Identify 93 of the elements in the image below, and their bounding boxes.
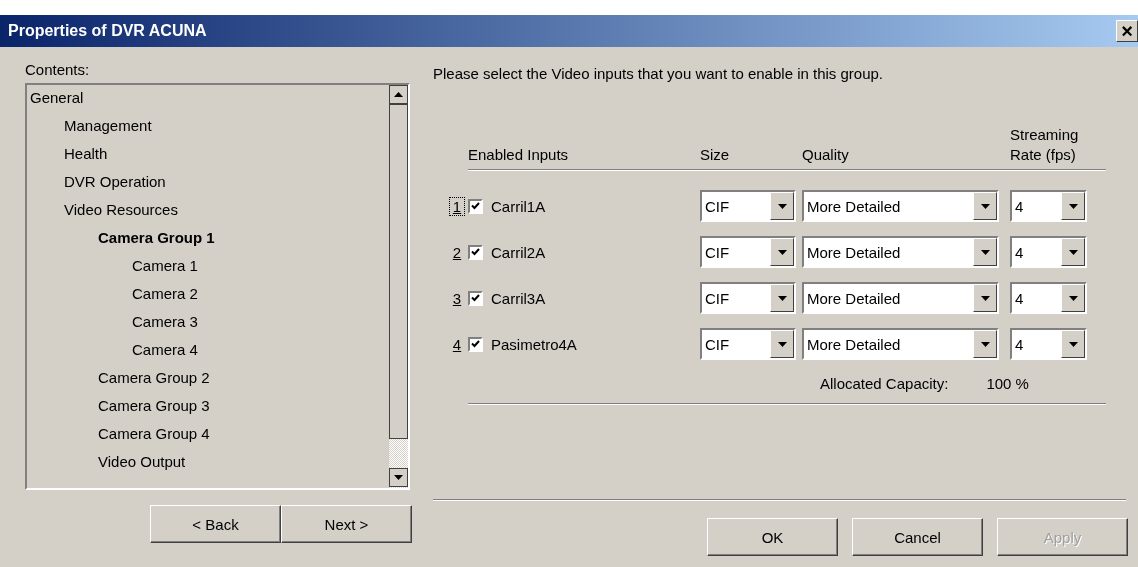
down-arrow-icon <box>980 203 990 209</box>
down-arrow-icon <box>980 295 990 301</box>
size-dropdown[interactable]: CIF <box>700 236 796 268</box>
checkbox[interactable] <box>468 336 483 352</box>
dropdown-button[interactable] <box>1061 192 1085 220</box>
tree-item[interactable]: Camera 2 <box>132 285 198 302</box>
scrollbar[interactable] <box>389 85 408 488</box>
check-icon <box>471 202 480 210</box>
contents-label: Contents: <box>25 61 91 80</box>
rate-dropdown[interactable]: 4 <box>1010 236 1087 268</box>
input-name: Carril1A <box>491 197 546 215</box>
combo-value: CIF <box>705 289 730 307</box>
input-number: 2 <box>451 243 463 261</box>
dropdown-button[interactable] <box>1061 238 1085 266</box>
input-name: Carril3A <box>491 289 546 307</box>
down-arrow-icon <box>777 203 787 209</box>
checkbox[interactable] <box>468 290 483 306</box>
input-name: Pasimetro4A <box>491 335 577 353</box>
check-icon <box>471 294 480 302</box>
check-icon <box>471 248 480 256</box>
tree-item[interactable]: Camera Group 3 <box>98 397 210 414</box>
tree-item[interactable]: Video Output <box>98 453 186 470</box>
input-number: 1 <box>450 197 464 215</box>
combo-value: 4 <box>1015 335 1024 353</box>
dialog-button[interactable]: Cancel <box>852 518 983 556</box>
combo-value: 4 <box>1015 197 1024 215</box>
dropdown-button[interactable] <box>973 330 997 358</box>
column-header: Size <box>700 145 731 165</box>
dropdown-button[interactable] <box>770 330 794 358</box>
tree-item[interactable]: General <box>30 89 84 106</box>
dropdown-button[interactable] <box>1061 330 1085 358</box>
combo-value: CIF <box>705 243 730 261</box>
capacity-label: Allocated Capacity: <box>820 374 949 392</box>
checkbox[interactable] <box>468 198 483 214</box>
combo-value: 4 <box>1015 289 1024 307</box>
rate-dropdown[interactable]: 4 <box>1010 328 1087 360</box>
tree-item[interactable]: Health <box>64 145 108 162</box>
down-arrow-icon <box>980 249 990 255</box>
check-icon <box>471 340 480 348</box>
rate-dropdown[interactable]: 4 <box>1010 282 1087 314</box>
dropdown-button[interactable] <box>973 192 997 220</box>
dropdown-button[interactable] <box>1061 284 1085 312</box>
instruction-text: Please select the Video inputs that you want to enable in this group. <box>433 64 885 84</box>
input-number: 3 <box>451 289 463 307</box>
close-button[interactable]: × <box>1116 20 1138 42</box>
combo-value: 4 <box>1015 243 1024 261</box>
down-arrow-icon <box>1068 341 1078 347</box>
tree-item[interactable]: Camera 1 <box>132 257 198 274</box>
combo-value: More Detailed <box>807 197 901 215</box>
capacity-value: 100 % <box>986 374 1029 392</box>
dropdown-button[interactable] <box>770 192 794 220</box>
next-button[interactable]: Next > <box>281 505 412 543</box>
tree-item[interactable]: Camera Group 1 <box>98 229 215 246</box>
tree-item[interactable]: Camera Group 4 <box>98 425 210 442</box>
combo-value: CIF <box>705 197 730 215</box>
tree-item[interactable]: DVR Operation <box>64 173 166 190</box>
down-arrow-icon <box>1068 295 1078 301</box>
tree-item[interactable]: Video Resources <box>64 201 178 218</box>
rate-dropdown[interactable]: 4 <box>1010 190 1087 222</box>
combo-value: More Detailed <box>807 335 901 353</box>
down-arrow-icon <box>980 341 990 347</box>
dropdown-button[interactable] <box>973 284 997 312</box>
combo-value: More Detailed <box>807 289 901 307</box>
tree-item[interactable]: Management <box>64 117 152 134</box>
combo-value: CIF <box>705 335 730 353</box>
down-arrow-icon <box>1068 203 1078 209</box>
dropdown-button[interactable] <box>770 238 794 266</box>
column-header: Streaming Rate (fps) <box>1010 125 1080 165</box>
dialog-button[interactable]: OK <box>707 518 838 556</box>
input-number: 4 <box>451 335 463 353</box>
tree-item[interactable]: Camera 4 <box>132 341 198 358</box>
back-button[interactable]: < Back <box>150 505 281 543</box>
dropdown-button[interactable] <box>973 238 997 266</box>
quality-dropdown[interactable]: More Detailed <box>802 236 999 268</box>
size-dropdown[interactable]: CIF <box>700 328 796 360</box>
dropdown-button[interactable] <box>770 284 794 312</box>
combo-value: More Detailed <box>807 243 901 261</box>
checkbox[interactable] <box>468 244 483 260</box>
quality-dropdown[interactable]: More Detailed <box>802 328 999 360</box>
column-header: Enabled Inputs <box>468 145 570 165</box>
tree-item[interactable]: Camera 3 <box>132 313 198 330</box>
down-arrow-icon <box>777 295 787 301</box>
quality-dropdown[interactable]: More Detailed <box>802 282 999 314</box>
down-arrow-icon <box>1068 249 1078 255</box>
size-dropdown[interactable]: CIF <box>700 190 796 222</box>
input-name: Carril2A <box>491 243 546 261</box>
down-arrow-icon <box>777 249 787 255</box>
down-arrow-icon <box>777 341 787 347</box>
size-dropdown[interactable]: CIF <box>700 282 796 314</box>
tree-item[interactable]: Camera Group 2 <box>98 369 210 386</box>
quality-dropdown[interactable]: More Detailed <box>802 190 999 222</box>
window-title: Properties of DVR ACUNA <box>8 22 207 40</box>
column-header: Quality <box>802 145 850 165</box>
